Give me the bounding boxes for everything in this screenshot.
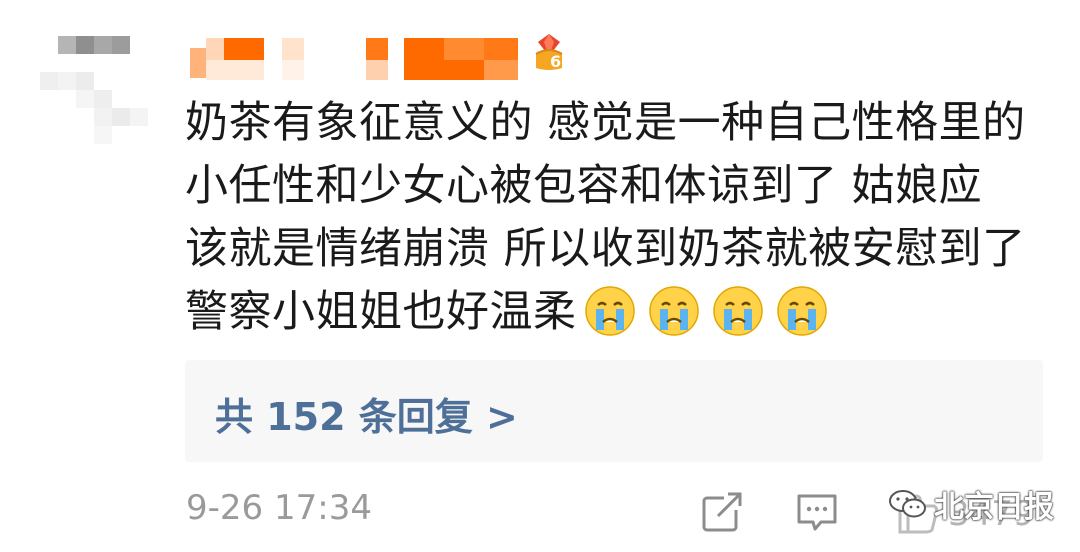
share-icon xyxy=(702,492,744,532)
comment-timestamp: 9-26 17:34 xyxy=(186,488,372,528)
replies-label: 共 152 条回复 > xyxy=(215,395,518,439)
vip-badge-icon: 6 xyxy=(530,32,568,72)
username[interactable] xyxy=(190,34,530,80)
comment-line-text: 警察小姐姐也好温柔 xyxy=(185,287,577,337)
wechat-icon xyxy=(889,490,926,518)
badge-level: 6 xyxy=(550,52,562,71)
crying-emoji-icon xyxy=(648,286,699,336)
avatar[interactable] xyxy=(40,36,160,156)
crying-emoji-icon xyxy=(776,286,827,336)
comment-card: 6 奶茶有象征意义的 感觉是一种自己性格里的 小任性和少女心被包容和体谅到了 姑… xyxy=(0,0,1080,552)
comment-icon xyxy=(797,494,837,531)
comment-button[interactable] xyxy=(795,490,839,534)
emoji-row xyxy=(583,284,839,356)
crying-emoji-icon xyxy=(584,286,635,336)
view-replies-button[interactable]: 共 152 条回复 > xyxy=(185,360,1043,462)
comment-text: 奶茶有象征意义的 感觉是一种自己性格里的 小任性和少女心被包容和体谅到了 姑娘应… xyxy=(185,92,1055,356)
watermark: 北京日报 xyxy=(888,484,1054,525)
watermark-text: 北京日报 xyxy=(934,490,1054,525)
comment-line: 该就是情绪崩溃 所以收到奶茶就被安慰到了 xyxy=(185,224,1026,274)
comment-line: 奶茶有象征意义的 感觉是一种自己性格里的 xyxy=(185,98,1026,148)
share-button[interactable] xyxy=(700,490,744,534)
comment-line-last: 警察小姐姐也好温柔 xyxy=(185,281,1055,356)
comment-line: 小任性和少女心被包容和体谅到了 姑娘应 xyxy=(185,161,983,211)
crying-emoji-icon xyxy=(712,286,763,336)
